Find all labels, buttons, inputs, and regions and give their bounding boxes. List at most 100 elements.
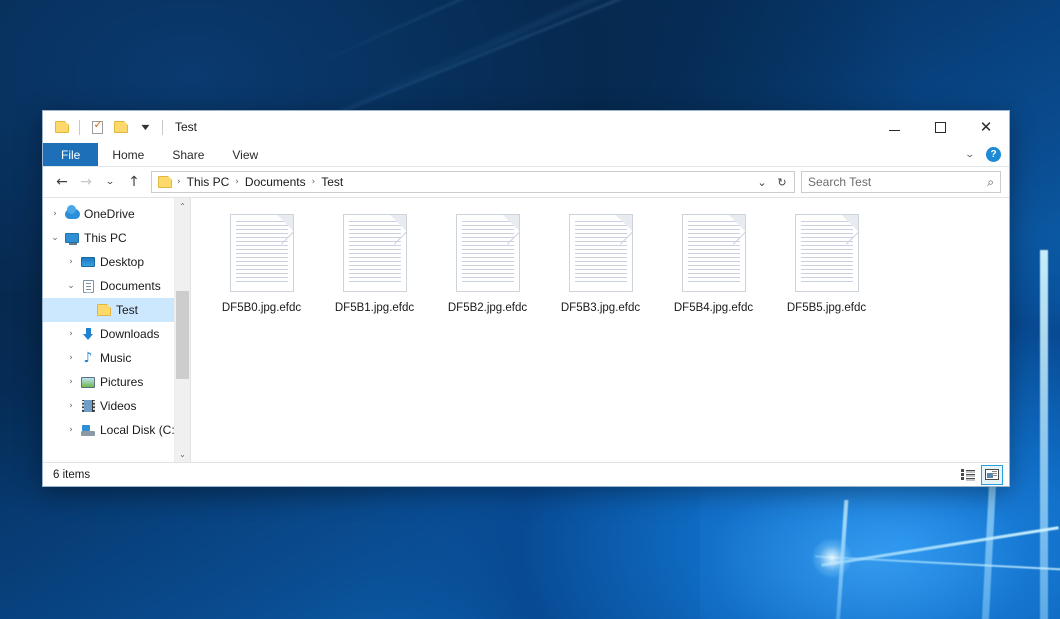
close-button[interactable]: ✕ [963,111,1009,143]
expander-icon[interactable]: › [47,209,63,219]
details-view-button[interactable] [957,465,979,485]
file-item[interactable]: DF5B0.jpg.efdc [205,212,318,332]
sidebar-item-label: Pictures [97,375,143,389]
file-name-label: DF5B0.jpg.efdc [222,302,301,314]
sidebar-item-label: OneDrive [81,207,135,221]
download-icon [79,328,97,341]
expand-ribbon-icon[interactable]: ⌄ [957,149,984,160]
sidebar-item-label: Videos [97,399,136,413]
sidebar-item-label: Downloads [97,327,159,341]
file-list-area[interactable]: DF5B0.jpg.efdc DF5B1.jpg.efdc DF5B2.jpg.ef… [191,198,1009,462]
toolbar-divider [79,120,80,135]
sidebar-item-label: Test [113,303,138,317]
tab-share[interactable]: Share [158,143,218,166]
breadcrumb-item-documents[interactable]: Documents [241,173,310,191]
sidebar-item-videos[interactable]: › Videos [43,394,174,418]
file-name-label: DF5B1.jpg.efdc [335,302,414,314]
ribbon-tab-strip: File Home Share View ⌄ ? [43,143,1009,167]
expander-icon[interactable]: › [63,329,79,339]
refresh-icon[interactable]: ↻ [772,172,792,192]
title-bar: ▼ Test ✕ [43,111,1009,143]
view-toggle-group [957,465,1003,485]
expander-icon[interactable]: ⌄ [63,281,79,291]
expander-icon[interactable]: › [63,353,79,363]
generic-document-icon [569,214,633,292]
item-count-label: 6 items [53,469,90,481]
ribbon-controls: ⌄ ? [960,143,1009,166]
breadcrumb-separator: › [233,177,241,187]
generic-document-icon [456,214,520,292]
sidebar-item-local-disk-c[interactable]: ›Local Disk (C:) [43,418,174,442]
expander-icon[interactable]: › [63,401,79,411]
new-folder-icon[interactable] [110,116,132,138]
quick-access-toolbar: ▼ [43,116,167,138]
chevron-down-icon[interactable]: ▼ [134,116,156,138]
generic-document-icon [682,214,746,292]
sidebar-item-label: This PC [81,231,127,245]
breadcrumb-separator: › [310,177,318,187]
folder-icon[interactable] [51,116,73,138]
toolbar-divider [162,120,163,135]
music-icon: ♪ [79,352,97,365]
expander-icon[interactable]: › [63,425,79,435]
breadcrumb-item-this-pc[interactable]: This PC [183,173,234,191]
breadcrumb-item-test[interactable]: Test [317,173,347,191]
sidebar-item-documents[interactable]: ⌄ Documents [43,274,174,298]
large-icons-view-button[interactable] [981,465,1003,485]
maximize-button[interactable] [917,111,963,143]
scrollbar-thumb[interactable] [176,291,189,379]
sidebar-item-label: Documents [97,279,161,293]
tab-view[interactable]: View [218,143,272,166]
up-button[interactable]: ↑ [123,171,145,193]
navigation-scrollbar[interactable]: ⌃ ⌄ [174,198,190,462]
sidebar-item-onedrive[interactable]: › OneDrive [43,202,174,226]
help-icon[interactable]: ? [986,147,1001,162]
drive-icon [79,425,97,436]
sidebar-item-label: Desktop [97,255,144,269]
expander-icon[interactable]: › [63,257,79,267]
properties-icon[interactable] [86,116,108,138]
minimize-button[interactable] [871,111,917,143]
navigation-pane: › OneDrive ⌄ This PC › Desktop ⌄ Documents Test ›… [43,198,191,462]
sidebar-item-music[interactable]: ›♪Music [43,346,174,370]
sidebar-item-this-pc[interactable]: ⌄ This PC [43,226,174,250]
recent-locations-icon[interactable]: ⌄ [96,171,125,193]
window-title: Test [175,120,197,134]
back-button[interactable]: ← [51,171,73,193]
file-item[interactable]: DF5B1.jpg.efdc [318,212,431,332]
file-item[interactable]: DF5B5.jpg.efdc [770,212,883,332]
search-input[interactable]: Search Test [808,175,987,189]
wallpaper-glow-point [812,538,852,578]
sidebar-item-pictures[interactable]: › Pictures [43,370,174,394]
sidebar-item-desktop[interactable]: › Desktop [43,250,174,274]
desktop: ▼ Test ✕ File Home Share View ⌄ ? ← → [0,0,1060,619]
file-grid: DF5B0.jpg.efdc DF5B1.jpg.efdc DF5B2.jpg.ef… [205,212,1009,332]
address-bar-row: ← → ⌄ ↑ › This PC › Documents › Test ⌄ ↻… [43,167,1009,197]
wallpaper-logo-ray [1040,250,1048,619]
search-icon: ⌕ [987,175,994,190]
scroll-up-icon[interactable]: ⌃ [175,198,190,214]
forward-button: → [75,171,97,193]
file-item[interactable]: DF5B2.jpg.efdc [431,212,544,332]
tab-home[interactable]: Home [98,143,158,166]
generic-document-icon [230,214,294,292]
sidebar-item-downloads[interactable]: › Downloads [43,322,174,346]
file-name-label: DF5B5.jpg.efdc [787,302,866,314]
desktop-icon [79,257,97,267]
address-bar[interactable]: › This PC › Documents › Test ⌄ ↻ [151,171,795,193]
videos-icon [79,400,97,412]
expander-icon[interactable]: › [63,377,79,387]
window-controls: ✕ [871,111,1009,143]
generic-document-icon [795,214,859,292]
sidebar-item-test[interactable]: Test [43,298,174,322]
search-box[interactable]: Search Test ⌕ [801,171,1001,193]
scrollbar-track[interactable] [175,214,190,446]
file-name-label: DF5B2.jpg.efdc [448,302,527,314]
expander-icon[interactable]: ⌄ [47,233,63,243]
sidebar-item-label: Music [97,351,131,365]
tab-file[interactable]: File [43,143,98,166]
address-dropdown-icon[interactable]: ⌄ [752,172,772,192]
file-item[interactable]: DF5B3.jpg.efdc [544,212,657,332]
file-item[interactable]: DF5B4.jpg.efdc [657,212,770,332]
scroll-down-icon[interactable]: ⌄ [175,446,190,462]
